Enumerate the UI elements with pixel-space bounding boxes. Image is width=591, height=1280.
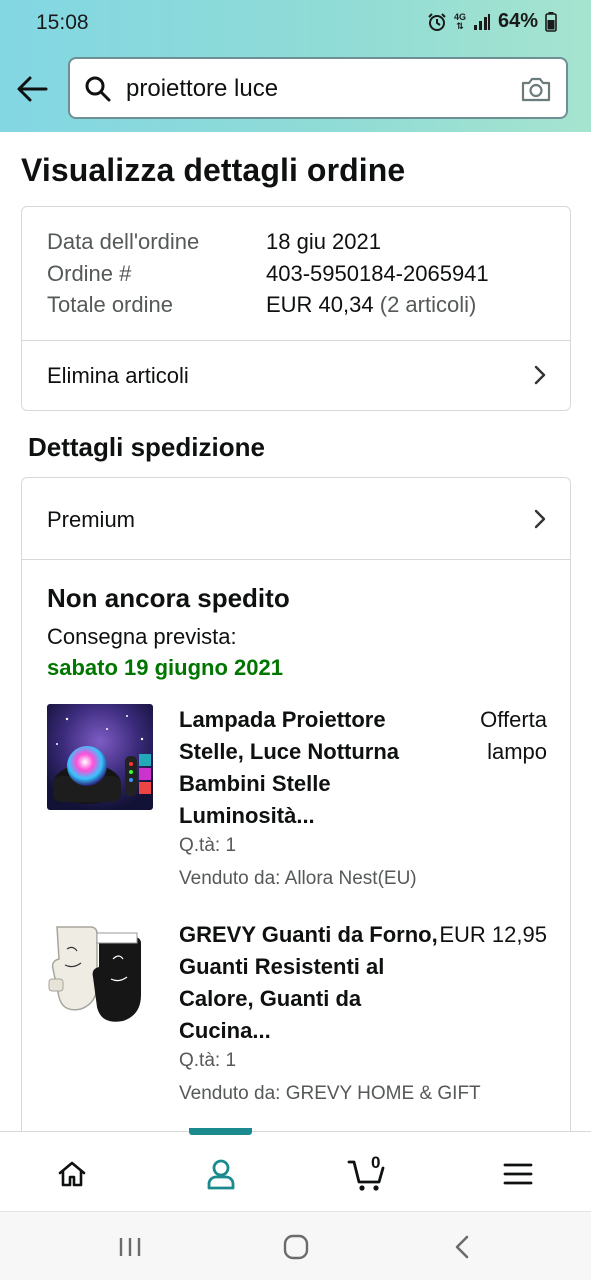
recent-apps-icon — [119, 1238, 141, 1256]
network-type: 4G ⇅ — [453, 11, 466, 31]
product-image[interactable] — [47, 704, 153, 810]
remove-items-label: Elimina articoli — [47, 363, 189, 388]
recent-apps-button[interactable] — [110, 1232, 150, 1262]
back-button[interactable] — [14, 72, 50, 106]
arrow-left-icon — [17, 76, 48, 102]
product-quantity: Q.tà: 1 — [179, 1050, 237, 1071]
search-input[interactable]: proiettore luce — [126, 75, 278, 103]
home-system-button[interactable] — [276, 1232, 316, 1262]
product-title[interactable]: Lampada Proiettore Stelle, Luce Notturna… — [179, 704, 449, 832]
active-tab-indicator — [189, 1128, 252, 1135]
shipping-method-link[interactable]: Premium — [22, 485, 570, 553]
search-bar[interactable]: proiettore luce — [68, 57, 568, 119]
nav-account-button[interactable] — [191, 1152, 251, 1196]
camera-icon[interactable] — [520, 75, 552, 103]
nav-home-button[interactable] — [42, 1152, 102, 1196]
order-total-label: Totale ordine — [47, 292, 173, 317]
cart-count-badge: 0 — [371, 1153, 381, 1172]
page-title: Visualizza dettagli ordine — [21, 152, 406, 188]
product-quantity: Q.tà: 1 — [179, 835, 237, 856]
system-back-button[interactable] — [442, 1232, 482, 1262]
oven-gloves-image — [47, 919, 153, 1025]
chevron-right-icon — [534, 509, 546, 529]
order-number-value: 403-5950184-2065941 — [266, 261, 489, 286]
hamburger-menu-icon — [503, 1163, 533, 1185]
cart-icon — [347, 1160, 385, 1191]
chevron-right-icon — [534, 365, 546, 385]
battery-percent: 64% — [497, 10, 538, 32]
shipping-method-label: Premium — [47, 507, 136, 532]
order-summary: Data dell'ordine 18 giu 2021 Ordine # 40… — [21, 206, 571, 411]
shipping-heading: Dettagli spedizione — [28, 432, 265, 462]
nav-menu-button[interactable] — [488, 1152, 548, 1196]
top-bar: 15:08 4G ⇅ 64% proiettore luce — [0, 0, 591, 132]
home-icon — [58, 1161, 86, 1187]
bottom-navigation: 0 — [0, 1128, 591, 1211]
back-chevron-icon — [455, 1235, 469, 1259]
product-image[interactable] — [47, 919, 153, 1025]
user-icon — [207, 1159, 235, 1190]
order-date-value: 18 giu 2021 — [266, 229, 381, 254]
order-number-label: Ordine # — [47, 261, 132, 286]
star-projector-image — [47, 704, 153, 810]
status-bar: 15:08 4G ⇅ 64% — [0, 0, 591, 46]
alarm-icon — [428, 12, 446, 31]
nav-cart-button[interactable]: 0 — [338, 1152, 398, 1196]
order-date-label: Data dell'ordine — [47, 229, 200, 254]
battery-icon — [545, 11, 557, 32]
order-number-row: Ordine # 403-5950184-2065941 — [47, 261, 489, 287]
system-navigation-bar — [0, 1211, 591, 1280]
divider — [22, 559, 570, 560]
delivery-label: Consegna prevista: — [47, 624, 237, 649]
delivery-date: sabato 19 giugno 2021 — [47, 655, 283, 680]
order-total-value: EUR 40,34 (2 articoli) — [266, 292, 477, 317]
remove-items-link[interactable]: Elimina articoli — [22, 341, 570, 409]
product-seller: Venduto da: GREVY HOME & GIFT — [179, 1083, 481, 1104]
home-circle-icon — [283, 1234, 309, 1260]
product-title[interactable]: GREVY Guanti da Forno, Guanti Resistenti… — [179, 919, 449, 1047]
shipment-status: Non ancora spedito — [47, 583, 290, 613]
product-price: EUR 12,95 — [439, 922, 547, 947]
order-date-row: Data dell'ordine 18 giu 2021 — [47, 229, 381, 255]
search-icon — [85, 76, 111, 102]
product-price: Offerta lampo — [480, 707, 547, 764]
product-seller: Venduto da: Allora Nest(EU) — [179, 868, 417, 889]
status-time: 15:08 — [36, 11, 89, 34]
shipping-details: Premium Non ancora spedito Consegna prev… — [21, 477, 571, 1157]
order-total-row: Totale ordine EUR 40,34 (2 articoli) — [47, 292, 476, 318]
order-item-count: (2 articoli) — [379, 292, 477, 317]
signal-icon — [473, 13, 490, 30]
